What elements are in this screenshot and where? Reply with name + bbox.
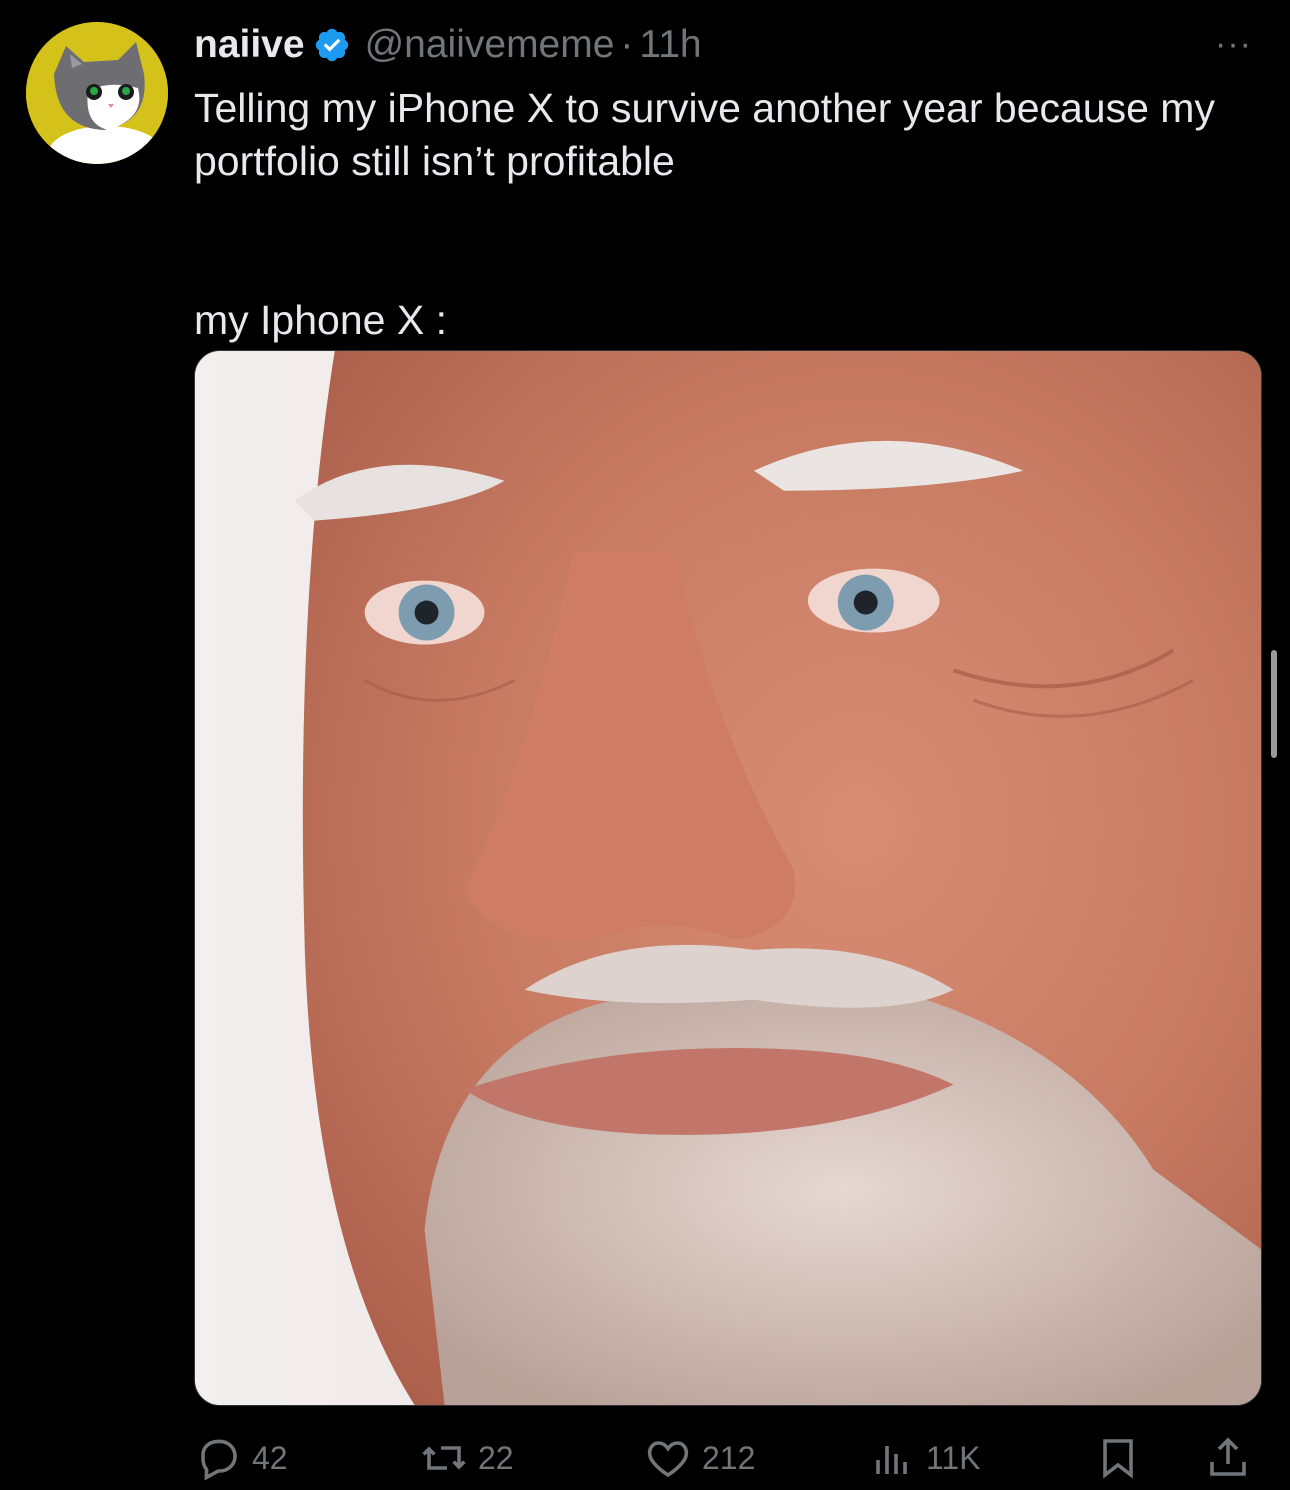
tweet-media-image[interactable] (194, 350, 1262, 1406)
verified-badge-icon[interactable] (313, 26, 351, 64)
like-button[interactable]: 212 (644, 1428, 755, 1488)
views-chart-icon (876, 1446, 907, 1474)
retweet-button[interactable]: 22 (420, 1428, 514, 1488)
meme-photo-image (195, 351, 1261, 1405)
share-icon (1210, 1437, 1246, 1476)
scrollbar-thumb[interactable] (1271, 650, 1277, 758)
user-handle[interactable]: @naiivememe (365, 23, 615, 67)
tweet-actions-bar: 42 22 212 11K (194, 1428, 1260, 1488)
bookmark-button[interactable] (1094, 1428, 1142, 1488)
tweet-text-line-1: Telling my iPhone X to survive another y… (194, 85, 1215, 184)
views-count: 11K (926, 1439, 981, 1476)
retweet-count: 22 (478, 1439, 514, 1476)
tweet-header: naiive @naiivememe · 11h (194, 18, 702, 72)
reply-count: 42 (252, 1439, 288, 1476)
user-avatar[interactable] (26, 22, 168, 164)
display-name[interactable]: naiive (194, 23, 305, 67)
cat-avatar-icon (26, 22, 168, 164)
separator-dot: · (620, 23, 634, 66)
timestamp[interactable]: 11h (639, 23, 701, 67)
like-count: 212 (702, 1439, 756, 1476)
reply-icon (201, 1439, 237, 1481)
share-button[interactable] (1204, 1428, 1252, 1488)
bookmark-icon (1103, 1439, 1133, 1479)
retweet-icon (422, 1446, 466, 1470)
reply-button[interactable]: 42 (194, 1428, 288, 1488)
heart-icon (647, 1441, 689, 1478)
tweet-text-line-2: my Iphone X : (194, 297, 447, 343)
more-options-icon[interactable]: ··· (1215, 27, 1252, 61)
views-button[interactable]: 11K (868, 1428, 981, 1488)
tweet-text: Telling my iPhone X to survive another y… (194, 82, 1254, 347)
